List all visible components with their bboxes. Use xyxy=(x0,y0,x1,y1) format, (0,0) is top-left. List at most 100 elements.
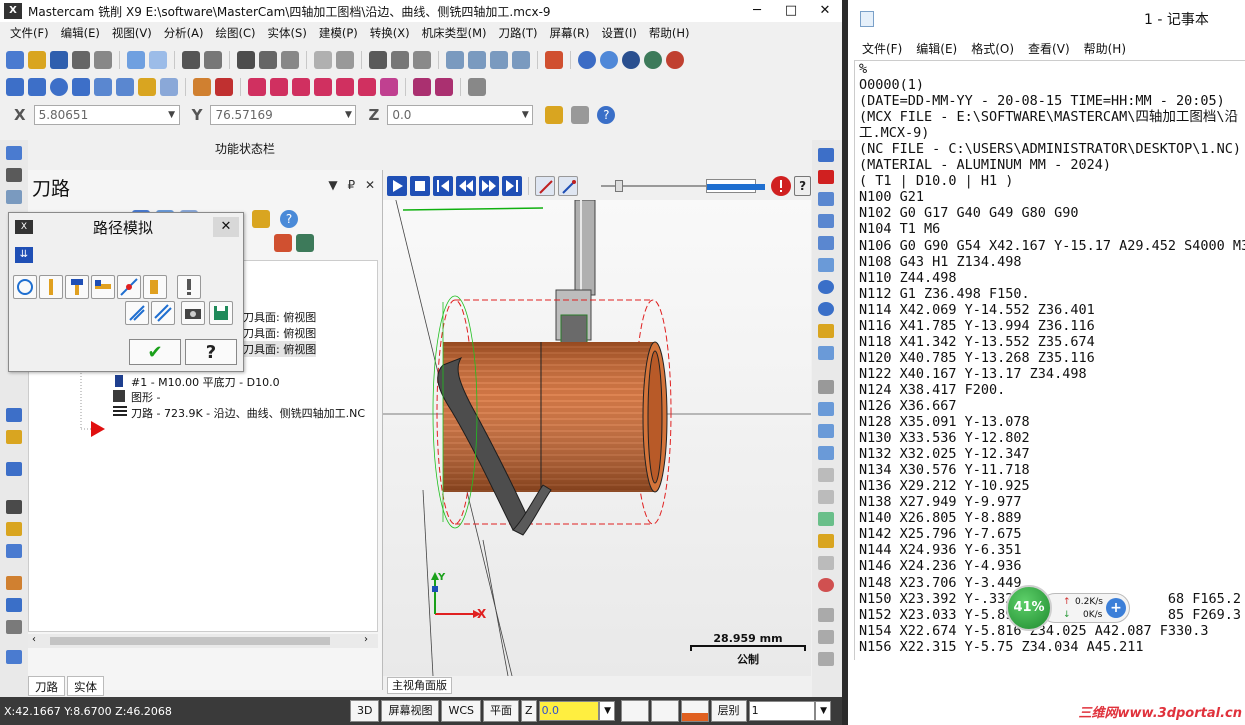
tree-item-tool-plane[interactable]: 刀具面: 俯视图 xyxy=(243,341,317,357)
close-button[interactable]: ✕ xyxy=(808,0,842,22)
move-icon[interactable] xyxy=(818,424,834,438)
sim-close-button[interactable]: ✕ xyxy=(213,217,239,237)
menu-model[interactable]: 建模(P) xyxy=(319,25,358,41)
menu-file[interactable]: 文件(F) xyxy=(10,25,49,41)
step-back-icon[interactable] xyxy=(456,176,476,196)
toolpath-manager-icon[interactable] xyxy=(6,146,22,160)
rotate-xform-icon[interactable] xyxy=(270,78,288,96)
level-button[interactable] xyxy=(650,700,679,722)
wireframe-icon[interactable] xyxy=(622,51,640,69)
tree-item-tool-plane[interactable]: 刀具面: 俯视图 xyxy=(243,325,316,341)
circle-icon[interactable] xyxy=(50,78,68,96)
hidden-line-icon[interactable] xyxy=(644,51,662,69)
dimension-icon[interactable] xyxy=(818,380,834,394)
color-button[interactable] xyxy=(620,700,649,722)
zoom-out-icon[interactable] xyxy=(336,51,354,69)
repaint-icon[interactable] xyxy=(204,51,222,69)
minimize-button[interactable]: ─ xyxy=(740,0,774,22)
fast-forward-icon[interactable] xyxy=(502,176,522,196)
scrollbar-thumb[interactable] xyxy=(50,637,330,645)
analyze-icon[interactable] xyxy=(6,576,22,590)
zoom-icon[interactable] xyxy=(281,51,299,69)
3d-button[interactable]: 3D xyxy=(350,700,380,722)
graphics-viewport[interactable]: X Y 28.959 mm 公制 xyxy=(383,200,811,676)
sim-ok-button[interactable]: ✔ xyxy=(129,339,181,365)
camera-icon[interactable] xyxy=(181,301,205,325)
np-menu-edit[interactable]: 编辑(E) xyxy=(916,40,957,57)
grid-icon[interactable] xyxy=(435,78,453,96)
zoom-window-icon[interactable] xyxy=(237,51,255,69)
fast-point-icon[interactable] xyxy=(545,106,564,124)
tree-item-tool-plane[interactable]: 刀具面: 俯视图 xyxy=(243,309,316,325)
dynamic-rotate-icon[interactable] xyxy=(413,51,431,69)
menu-xform[interactable]: 转换(X) xyxy=(370,25,410,41)
scroll-left-icon[interactable]: ‹ xyxy=(32,634,36,645)
top-view-icon[interactable] xyxy=(446,51,464,69)
zoom-target-icon[interactable] xyxy=(259,51,277,69)
front-view-icon[interactable] xyxy=(468,51,486,69)
simulate-icon[interactable] xyxy=(296,234,314,252)
chevron-down-icon[interactable]: ▼ xyxy=(341,106,355,124)
tree-item-tool[interactable]: #1 - M10.00 平底刀 - D10.0 xyxy=(131,374,280,390)
solids-manager-icon[interactable] xyxy=(6,168,22,182)
pin-icon[interactable]: ₽ xyxy=(347,178,355,192)
statistics-icon[interactable] xyxy=(6,620,22,634)
y-coord-field[interactable]: 76.57169 ▼ xyxy=(210,105,357,125)
offset-icon[interactable] xyxy=(336,78,354,96)
undo-icon[interactable] xyxy=(127,51,145,69)
box-icon[interactable] xyxy=(818,534,834,548)
arrow-icon[interactable] xyxy=(818,402,834,416)
fit-icon[interactable] xyxy=(182,51,200,69)
solid-icon[interactable] xyxy=(380,78,398,96)
run-mode-icon[interactable] xyxy=(557,176,578,196)
np-menu-format[interactable]: 格式(O) xyxy=(971,40,1014,57)
plane-button[interactable]: 平面 xyxy=(483,700,520,722)
wcs-button[interactable]: WCS xyxy=(441,700,482,722)
display-holder-icon[interactable] xyxy=(65,275,89,299)
translate-icon[interactable] xyxy=(248,78,266,96)
close-icon[interactable]: ✕ xyxy=(365,178,375,192)
side-view-icon[interactable] xyxy=(490,51,508,69)
expand-icon[interactable]: ⇊ xyxy=(15,247,33,263)
cube-icon[interactable] xyxy=(818,192,834,206)
extents-icon[interactable] xyxy=(6,462,22,476)
arc-icon[interactable] xyxy=(94,78,112,96)
sphere-icon[interactable] xyxy=(818,280,834,294)
menu-machine-type[interactable]: 机床类型(M) xyxy=(422,25,487,41)
art-icon[interactable] xyxy=(6,190,22,204)
surface-icon[interactable] xyxy=(160,78,178,96)
planes-icon[interactable] xyxy=(578,51,596,69)
sphere-icon[interactable] xyxy=(600,51,618,69)
display-entity-icon[interactable] xyxy=(117,275,141,299)
cylinder-icon[interactable] xyxy=(818,556,834,570)
stop-icon[interactable] xyxy=(410,176,430,196)
group-icon[interactable] xyxy=(818,630,834,644)
menu-edit[interactable]: 编辑(E) xyxy=(61,25,100,41)
mirror-icon[interactable] xyxy=(292,78,310,96)
display-color-icon[interactable] xyxy=(13,275,37,299)
unzoom-icon[interactable] xyxy=(314,51,332,69)
menu-solids[interactable]: 实体(S) xyxy=(268,25,307,41)
iso-view-icon[interactable] xyxy=(512,51,530,69)
cylinder-icon[interactable] xyxy=(138,78,156,96)
highspeed-icon[interactable] xyxy=(274,234,292,252)
print-preview-icon[interactable] xyxy=(94,51,112,69)
tab-solids[interactable]: 实体 xyxy=(67,676,104,696)
step-display-icon[interactable] xyxy=(151,301,175,325)
z-depth-field[interactable]: 0.0 xyxy=(538,701,599,721)
scale-icon[interactable] xyxy=(314,78,332,96)
book-icon[interactable] xyxy=(6,650,22,664)
maximize-button[interactable]: □ xyxy=(774,0,808,22)
display-tool-icon[interactable] xyxy=(39,275,63,299)
redo-icon[interactable] xyxy=(149,51,167,69)
trim-icon[interactable] xyxy=(193,78,211,96)
shaded-verify-icon[interactable] xyxy=(143,275,167,299)
spline-icon[interactable] xyxy=(116,78,134,96)
help-icon[interactable]: ? xyxy=(597,106,616,124)
layer-icon[interactable] xyxy=(818,608,834,622)
stop-icon[interactable] xyxy=(818,578,834,592)
alert-icon[interactable] xyxy=(177,275,201,299)
help-icon[interactable]: ? xyxy=(280,210,298,228)
print-icon[interactable] xyxy=(72,51,90,69)
memory-percent-ball[interactable]: 41% xyxy=(1006,585,1052,631)
